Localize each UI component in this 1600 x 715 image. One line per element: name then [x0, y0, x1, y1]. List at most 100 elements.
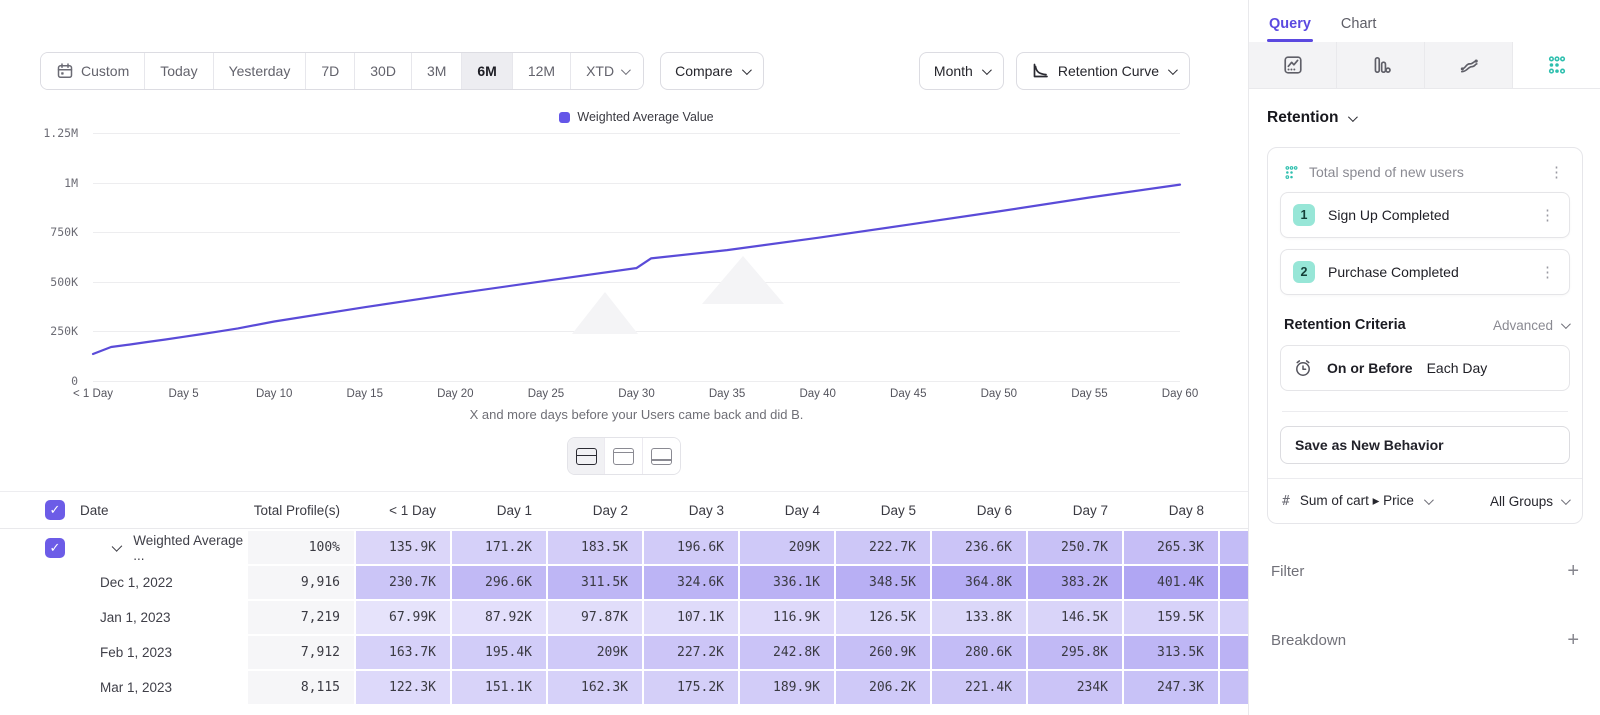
row-checkbox[interactable]: ✓ [45, 538, 65, 558]
total-profiles-cell: 8,115 [248, 671, 354, 704]
insights-report-tab[interactable] [1249, 42, 1337, 88]
range-12m[interactable]: 12M [513, 53, 571, 89]
groups-dropdown[interactable]: All Groups [1490, 494, 1568, 509]
chart-type-label: Retention Curve [1058, 63, 1159, 79]
row-label-cell[interactable]: ✓ Weighted Average ... [0, 531, 246, 564]
retention-table: ✓DateTotal Profile(s)< 1 DayDay 1Day 2Da… [0, 491, 1248, 704]
measure-property-dropdown[interactable]: Sum of cart ▸ Price [1300, 493, 1414, 509]
retention-value-cell: 126.5K [836, 601, 930, 634]
report-type-label: Retention [1267, 109, 1338, 127]
behavior-grid-icon [1284, 165, 1299, 180]
x-axis-caption: X and more days before your Users came b… [93, 407, 1180, 422]
row-label: Mar 1, 2023 [100, 680, 172, 695]
advanced-dropdown[interactable]: Advanced [1493, 318, 1568, 333]
total-profiles-cell: 100% [248, 531, 354, 564]
range-today[interactable]: Today [145, 53, 213, 89]
criteria-window[interactable]: Each Day [1427, 360, 1488, 376]
retention-value-cell: 313.5K [1124, 636, 1218, 669]
x-axis-tick: Day 50 [981, 388, 1017, 400]
header-date: ✓Date [0, 492, 246, 528]
retention-value-cell: 234K [1028, 671, 1122, 704]
overflow-value-cell [1220, 531, 1248, 564]
retention-value-cell: 196.6K [644, 531, 738, 564]
kebab-menu-icon[interactable]: ⋮ [1536, 265, 1559, 280]
add-filter-button plus-icon[interactable]: + [1567, 560, 1579, 583]
chevron-down-icon [1168, 65, 1178, 75]
retention-value-cell: 159.5K [1124, 601, 1218, 634]
x-axis-tick: Day 55 [1071, 388, 1107, 400]
tab-chart[interactable]: Chart [1341, 16, 1376, 42]
header-col: < 1 Day [356, 492, 450, 528]
step-card-2[interactable]: 2 Purchase Completed ⋮ [1280, 249, 1570, 295]
row-label-cell[interactable]: Dec 1, 2022 [0, 566, 246, 599]
chart-type-dropdown[interactable]: Retention Curve [1016, 52, 1190, 90]
retention-value-cell: 227.2K [644, 636, 738, 669]
criteria-heading: Retention Criteria [1284, 317, 1493, 333]
range-xtd[interactable]: XTD [571, 53, 643, 89]
kebab-menu-icon[interactable]: ⋮ [1545, 165, 1568, 180]
range-6m[interactable]: 6M [462, 53, 512, 89]
range-7d[interactable]: 7D [306, 53, 355, 89]
range-label: Yesterday [229, 63, 291, 79]
granularity-dropdown[interactable]: Month [919, 52, 1004, 90]
overflow-value-cell [1220, 601, 1248, 634]
add-breakdown-button plus-icon[interactable]: + [1567, 629, 1579, 652]
compare-button[interactable]: Compare [660, 52, 764, 90]
granularity-label: Month [934, 63, 973, 79]
row-label: Weighted Average ... [133, 533, 246, 563]
table-row: ✓Weighted Average ...100%135.9K171.2K183… [0, 531, 1248, 564]
criteria-condition[interactable]: On or Before [1327, 360, 1413, 376]
layout-toggle-group [567, 437, 681, 475]
range-30d[interactable]: 30D [355, 53, 412, 89]
x-axis: < 1 DayDay 5Day 10Day 15Day 20Day 25Day … [0, 388, 1248, 404]
retention-value-cell: 209K [740, 531, 834, 564]
x-axis-tick: Day 25 [528, 388, 564, 400]
range-3m[interactable]: 3M [412, 53, 462, 89]
table-row: Dec 1, 20229,916230.7K296.6K311.5K324.6K… [0, 566, 1248, 599]
x-axis-tick: Day 35 [709, 388, 745, 400]
report-type-dropdown[interactable]: Retention [1267, 109, 1583, 127]
main-content: CustomToday Yesterday 7D 30D3M6M 12M XTD Comp… [0, 0, 1248, 715]
retention-value-cell: 247.3K [1124, 671, 1218, 704]
row-label: Dec 1, 2022 [100, 575, 173, 590]
chart-legend: Weighted Average Value [93, 110, 1180, 124]
total-profiles-cell: 7,912 [248, 636, 354, 669]
retention-value-cell: 336.1K [740, 566, 834, 599]
funnels-report-tab[interactable] [1337, 42, 1425, 88]
select-all-checkbox[interactable]: ✓ [45, 500, 65, 520]
retention-value-cell: 183.5K [548, 531, 642, 564]
retention-value-cell: 107.1K [644, 601, 738, 634]
overflow-value-cell [1220, 671, 1248, 704]
retention-value-cell: 280.6K [932, 636, 1026, 669]
flows-report-tab[interactable] [1425, 42, 1513, 88]
retention-value-cell: 209K [548, 636, 642, 669]
range-label: 12M [528, 63, 555, 79]
tab-query[interactable]: Query [1269, 16, 1311, 42]
retention-value-cell: 348.5K [836, 566, 930, 599]
kebab-menu-icon[interactable]: ⋮ [1536, 208, 1559, 223]
row-label-cell[interactable]: Jan 1, 2023 [0, 601, 246, 634]
criteria-card[interactable]: On or Before Each Day [1280, 345, 1570, 391]
expand-chevron-icon[interactable] [112, 541, 123, 552]
range-label: 7D [321, 63, 339, 79]
query-panel: Query Chart [1248, 0, 1600, 715]
table-view-toggle[interactable] [643, 438, 680, 474]
retention-report-tab[interactable] [1513, 42, 1600, 88]
header-col: Day 2 [548, 492, 642, 528]
step-card-1[interactable]: 1 Sign Up Completed ⋮ [1280, 192, 1570, 238]
save-as-new-behavior-button[interactable]: Save as New Behavior [1280, 426, 1570, 464]
range-yesterday[interactable]: Yesterday [214, 53, 307, 89]
retention-value-cell: 296.6K [452, 566, 546, 599]
retention-value-cell: 97.87K [548, 601, 642, 634]
x-axis-tick: Day 5 [169, 388, 199, 400]
toolbar: CustomToday Yesterday 7D 30D3M6M 12M XTD Comp… [40, 52, 1190, 90]
range-custom[interactable]: Custom [41, 53, 145, 89]
chart-view-toggle[interactable] [605, 438, 642, 474]
split-view-toggle[interactable] [568, 438, 605, 474]
row-label-cell[interactable]: Mar 1, 2023 [0, 671, 246, 704]
retention-value-cell: 162.3K [548, 671, 642, 704]
retention-value-cell: 175.2K [644, 671, 738, 704]
row-label-cell[interactable]: Feb 1, 2023 [0, 636, 246, 669]
retention-criteria-header: Retention Criteria Advanced [1284, 317, 1568, 333]
table-row: Jan 1, 20237,21967.99K87.92K97.87K107.1K… [0, 601, 1248, 634]
